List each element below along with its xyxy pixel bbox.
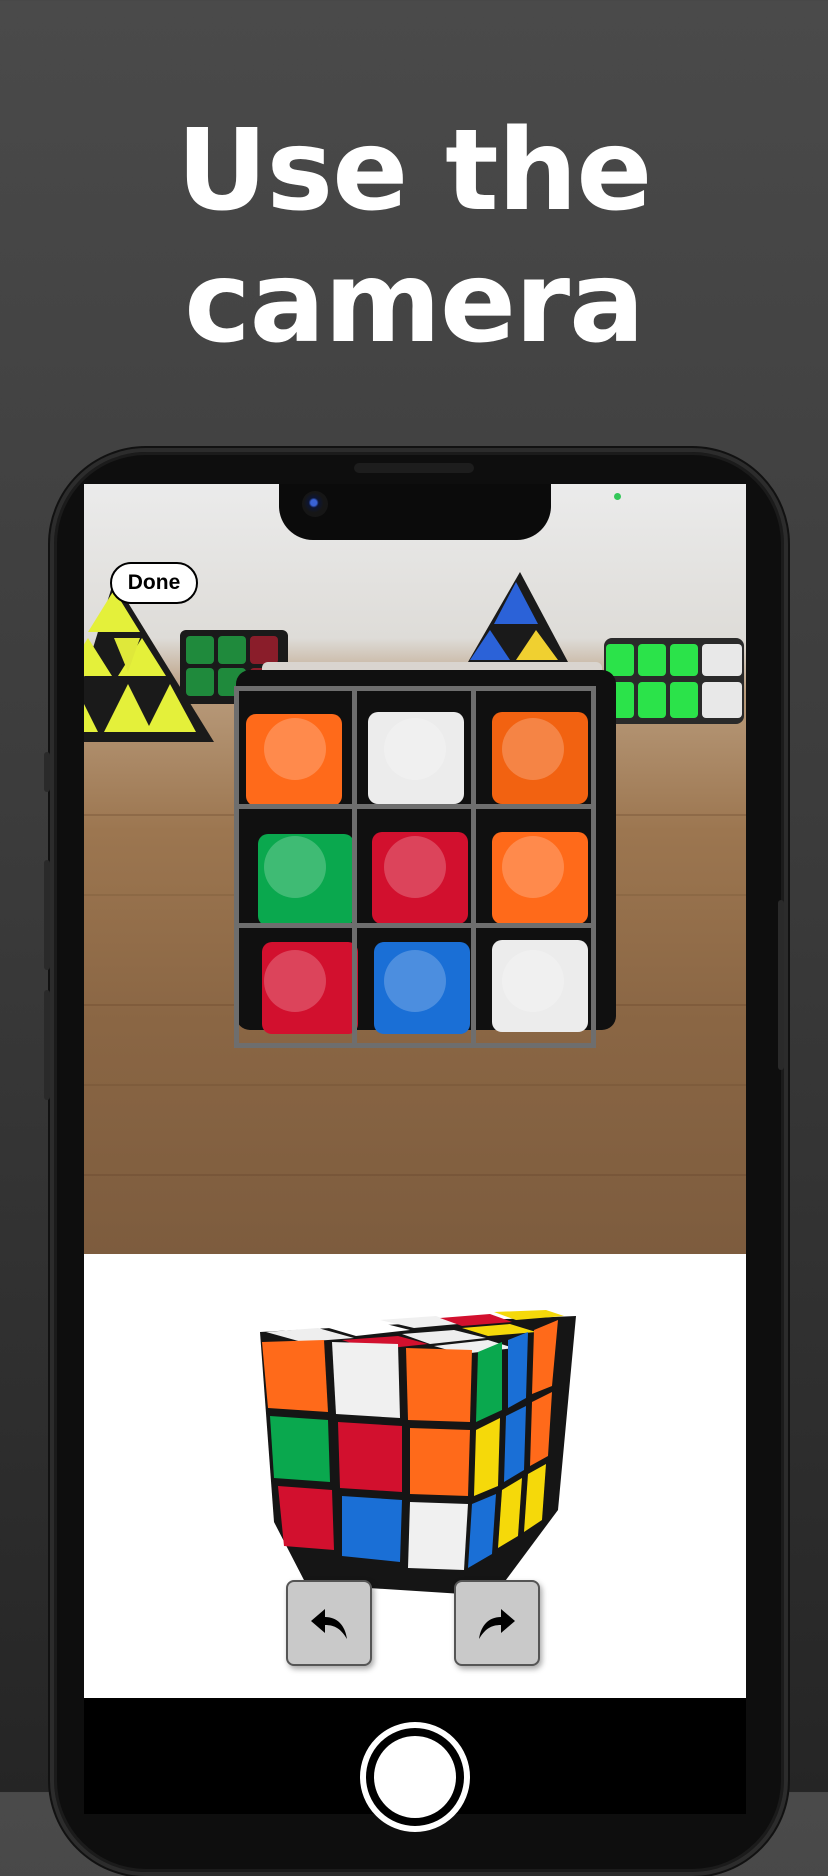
phone-power-button [778, 900, 784, 1070]
background-sticker [638, 682, 666, 718]
phone-volume-up [44, 860, 50, 970]
grid-line [352, 686, 357, 1048]
phone-mute-switch [44, 752, 50, 792]
front-camera-icon [302, 491, 328, 517]
background-sticker [638, 644, 666, 676]
headline-line-1: Use the [176, 106, 653, 236]
undo-button[interactable] [286, 1580, 372, 1666]
background-sticker [186, 636, 214, 664]
background-sticker [606, 644, 634, 676]
shutter-button[interactable] [360, 1722, 470, 1832]
background-sticker [670, 644, 698, 676]
redo-arrow-icon [479, 1609, 515, 1639]
done-button[interactable]: Done [110, 562, 198, 604]
grid-line [234, 804, 596, 809]
grid-line [234, 686, 596, 691]
headline-line-2: camera [184, 238, 644, 368]
headline: Use the camera [0, 105, 828, 369]
phone-volume-down [44, 990, 50, 1100]
background-sticker [250, 636, 278, 664]
pyraminx-right-image [468, 572, 568, 662]
grid-line [591, 686, 596, 1048]
grid-line [234, 686, 239, 1048]
grid-line [234, 1043, 596, 1048]
phone-speaker [354, 463, 474, 473]
background-sticker [702, 644, 742, 676]
background-sticker [186, 668, 214, 696]
scan-grid-overlay [234, 686, 596, 1048]
undo-arrow-icon [311, 1609, 347, 1639]
wood-grain [84, 1084, 746, 1086]
background-sticker [702, 682, 742, 718]
cube-3d-preview [260, 1310, 576, 1596]
background-sticker [670, 682, 698, 718]
grid-line [234, 923, 596, 928]
wood-grain [84, 1174, 746, 1176]
camera-indicator-dot [614, 493, 621, 500]
grid-line [471, 686, 476, 1048]
redo-button[interactable] [454, 1580, 540, 1666]
shutter-icon [374, 1736, 456, 1818]
background-sticker [218, 636, 246, 664]
